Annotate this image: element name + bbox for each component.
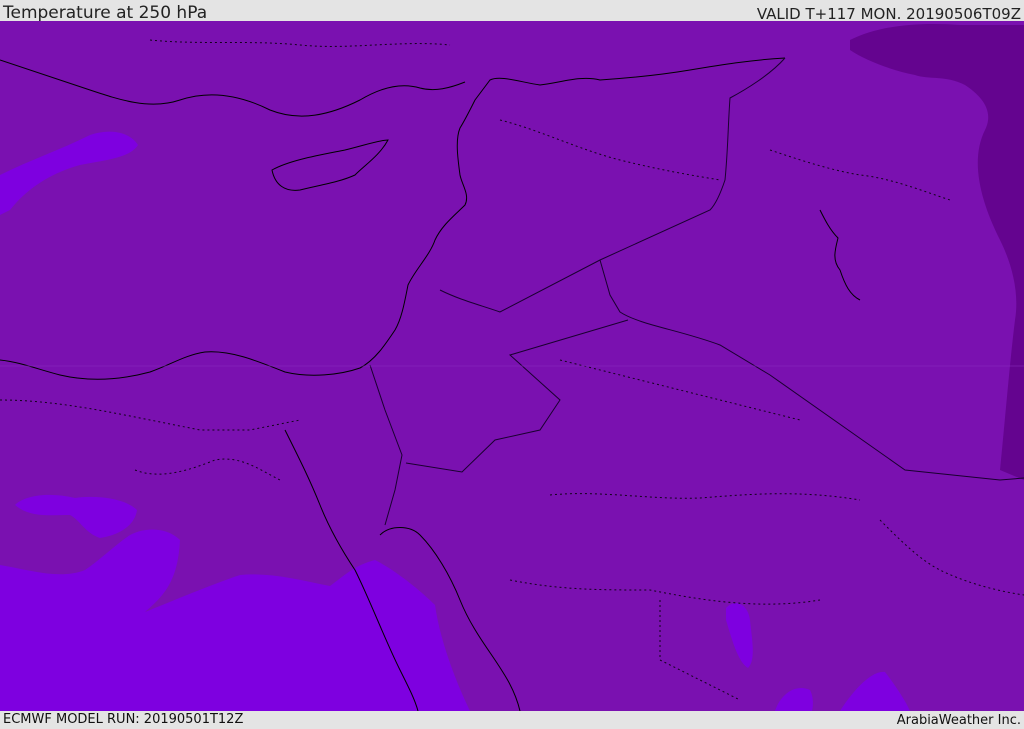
map-svg <box>0 21 1024 711</box>
map-title: Temperature at 250 hPa <box>3 3 208 23</box>
footer-bar: ECMWF MODEL RUN: 20190501T12Z ArabiaWeat… <box>0 711 1024 729</box>
model-run: ECMWF MODEL RUN: 20190501T12Z <box>3 712 244 727</box>
weather-map <box>0 21 1024 711</box>
credit-text: ArabiaWeather Inc. <box>896 713 1021 728</box>
header-bar: Temperature at 250 hPa VALID T+117 MON. … <box>0 0 1024 23</box>
